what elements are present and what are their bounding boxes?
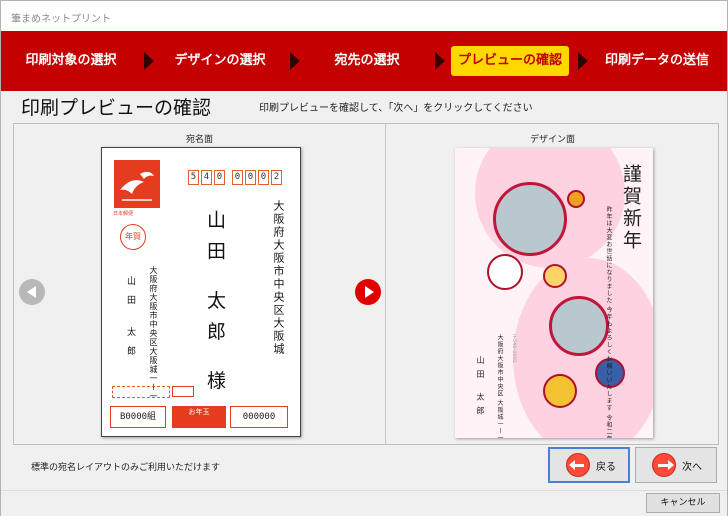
step-arrow-icon (578, 52, 588, 70)
page-title: 印刷プレビューの確認 (21, 97, 212, 119)
cancel-button[interactable]: キャンセル (646, 493, 720, 513)
bottom-bar (1, 490, 727, 516)
postal-digit: 0 (245, 170, 256, 185)
step-arrow-icon (435, 52, 445, 70)
stamp-label: 日本郵便 (113, 211, 134, 217)
stamp-icon (114, 160, 160, 208)
next-button[interactable]: 次へ (635, 447, 717, 483)
arrow-right-icon (652, 453, 676, 477)
back-button-label: 戻る (596, 462, 616, 473)
step-preview-confirm: プレビューの確認 (451, 46, 569, 76)
step-select-print-target: 印刷対象の選択 (25, 53, 117, 68)
koma-top-icon (543, 374, 577, 408)
design-side-postcard: 謹賀新年 昨年は大変お世話になりました 今年もよろしくお願いいたします 令和二年… (455, 148, 653, 438)
step-bar: 印刷対象の選択 デザインの選択 宛先の選択 プレビューの確認 印刷データの送信 (1, 31, 727, 91)
address-side-pane: 宛名面 日本郵便 年賀 5 4 0 0 0 0 2 大阪府大阪市中央区大阪城 山… (14, 124, 386, 444)
postal-digit: 0 (214, 170, 225, 185)
preview-area: 宛名面 日本郵便 年賀 5 4 0 0 0 0 2 大阪府大阪市中央区大阪城 山… (13, 123, 719, 445)
ornament-icon (543, 264, 567, 288)
next-button-label: 次へ (682, 462, 702, 473)
sender-postal-boxes (112, 386, 170, 398)
instruction-text: 印刷プレビューを確認して、「次へ」をクリックしてください (259, 103, 533, 114)
baby-photo-1 (493, 182, 567, 256)
page-header: 印刷プレビューの確認 印刷プレビューを確認して、「次へ」をクリックしてください (1, 91, 727, 123)
lottery-number: 000000 (230, 406, 288, 428)
sender-name: 山田 太郎 (125, 276, 135, 365)
sender-postal-extra-box (172, 386, 194, 397)
rabbit-icon (487, 254, 523, 290)
lottery-emblem-label: お年玉 (188, 408, 210, 416)
baby-photo-2 (549, 296, 609, 356)
prev-page-icon[interactable] (19, 279, 45, 305)
postal-digit: 0 (258, 170, 269, 185)
step-arrow-icon (144, 52, 154, 70)
design-side-pane: デザイン面 謹賀新年 昨年は大変お世話になりました 今年もよろしくお願いいたしま… (387, 124, 718, 444)
next-page-icon[interactable] (355, 279, 381, 305)
greeting-message: 昨年は大変お世話になりました 今年もよろしくお願いいたします 令和二年 元旦 (605, 206, 612, 438)
step-send-print-data: 印刷データの送信 (604, 53, 709, 68)
layout-note: 標準の宛名レイアウトのみご利用いただけます (31, 463, 221, 473)
sender-address: 大阪府大阪市中央区大阪城一ー一 (149, 266, 158, 401)
app-window: 筆まめネットプリント 印刷対象の選択 デザインの選択 宛先の選択 プレビューの確… (0, 0, 728, 516)
back-button[interactable]: 戻る (548, 447, 630, 483)
design-sender-address: 大阪府大阪市中央区 大阪城一ー一 (496, 334, 503, 438)
step-select-recipient: 宛先の選択 (334, 53, 400, 68)
postal-digit: 2 (271, 170, 282, 185)
recipient-name: 山田 太郎 様 (204, 210, 226, 402)
lottery-emblem: お年玉 (172, 406, 226, 428)
lottery-group-number: B0000組 (110, 406, 166, 428)
design-background: 謹賀新年 昨年は大変お世話になりました 今年もよろしくお願いいたします 令和二年… (455, 148, 653, 438)
design-sender-zip: 〒540-0002 (511, 334, 517, 363)
design-side-label: デザイン面 (529, 135, 575, 145)
gourd-icon (567, 190, 585, 208)
postal-digit: 0 (232, 170, 243, 185)
step-select-design: デザインの選択 (174, 53, 266, 68)
window-title: 筆まめネットプリント (11, 14, 111, 25)
crane-icon (120, 171, 154, 201)
arrow-left-icon (566, 453, 590, 477)
postal-digit: 5 (188, 170, 199, 185)
greeting-title: 謹賀新年 (620, 164, 642, 252)
nenga-seal: 年賀 (120, 224, 146, 250)
postal-digit: 4 (201, 170, 212, 185)
address-side-postcard: 日本郵便 年賀 5 4 0 0 0 0 2 大阪府大阪市中央区大阪城 山田 太郎… (101, 147, 301, 437)
recipient-address: 大阪府大阪市中央区大阪城 (272, 200, 285, 356)
step-arrow-icon (290, 52, 300, 70)
design-sender-name: 山田 太郎 (476, 356, 485, 421)
title-bar: 筆まめネットプリント (1, 1, 727, 31)
address-side-label: 宛名面 (185, 135, 213, 145)
